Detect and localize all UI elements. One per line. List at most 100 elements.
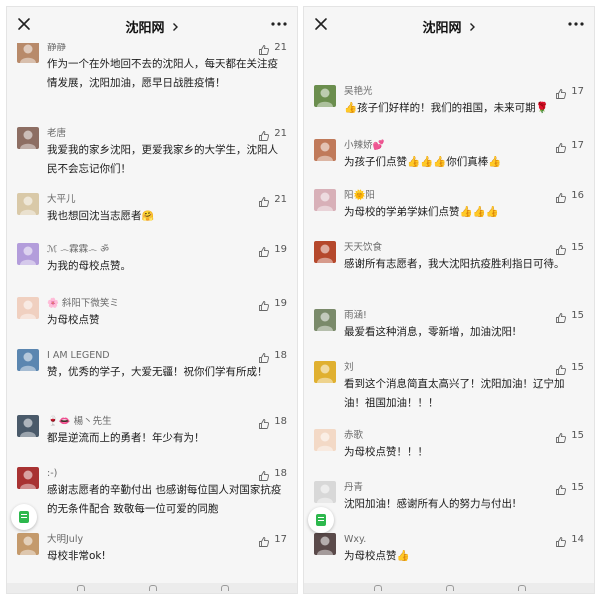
floating-doc-button[interactable] bbox=[308, 507, 334, 533]
page-title-button[interactable]: 沈阳网 bbox=[304, 16, 594, 36]
floating-doc-button[interactable] bbox=[11, 504, 37, 530]
right-phone-screen: 希望快点过去，然后过个好年吴艳光17👍孩子们好样的！我们的祖国，未来可期🌹小辣娇… bbox=[303, 6, 595, 594]
avatar[interactable] bbox=[314, 533, 336, 555]
comment-text: 最爱看这种消息，零新增，加油沈阳! bbox=[344, 326, 517, 338]
commenter-name[interactable]: 吴艳光 bbox=[344, 85, 373, 98]
thumbs-up-icon bbox=[258, 193, 270, 207]
avatar[interactable] bbox=[17, 41, 39, 63]
avatar[interactable] bbox=[314, 481, 336, 503]
chevron-right-icon bbox=[172, 22, 178, 31]
commenter-name[interactable]: 🍷👄 楊丶先生 bbox=[47, 415, 112, 428]
avatar[interactable] bbox=[17, 193, 39, 215]
comment-text: 赞，优秀的学子，大爱无疆！祝你们学有所成！ bbox=[47, 366, 268, 378]
page-title: 沈阳网 bbox=[125, 21, 165, 36]
avatar[interactable] bbox=[17, 243, 39, 265]
like-count: 17 bbox=[571, 86, 584, 97]
commenter-name[interactable]: ℳ ෴霖霖෴ ॐ bbox=[47, 243, 109, 256]
like-count: 16 bbox=[571, 190, 584, 201]
bottom-toolbar bbox=[304, 583, 594, 593]
comment-text: 母校非常ok! bbox=[47, 550, 106, 562]
thumbs-up-icon bbox=[555, 481, 567, 495]
commenter-name[interactable]: 大明July bbox=[47, 533, 83, 546]
like-count: 15 bbox=[571, 430, 584, 441]
commenter-name[interactable]: 🌸 斜阳下微笑ミ bbox=[47, 297, 119, 310]
comment-list[interactable]: 静静 21 作为一个在外地回不去的沈阳人，每天都在关注疫情发展，沈阳加油，愿早日战胜… bbox=[7, 7, 297, 593]
comment-text: 为母校点赞！！！ bbox=[344, 446, 428, 458]
commenter-name[interactable]: 刘 bbox=[344, 361, 354, 374]
comment-text: 为母校的学弟学妹们点赞👍👍👍 bbox=[344, 206, 499, 218]
comment-item: :-) 18 感谢志愿者的辛勤付出 也感谢每位国人对国家抗疫的无条件配合 致敬每一位… bbox=[7, 467, 297, 527]
thumbs-up-icon bbox=[258, 349, 270, 363]
comment-text: 都是逆流而上的勇者！年少有为！ bbox=[47, 432, 205, 444]
like-count: 17 bbox=[571, 140, 584, 151]
comment-item: 🍷👄 楊丶先生 18 都是逆流而上的勇者！年少有为！ bbox=[7, 415, 297, 475]
avatar[interactable] bbox=[17, 533, 39, 555]
comment-item: I AM LEGEND 18 赞，优秀的学子，大爱无疆！祝你们学有所成！ bbox=[7, 349, 297, 409]
avatar[interactable] bbox=[17, 127, 39, 149]
comment-text: 为母校点赞 bbox=[47, 314, 100, 326]
like-count: 14 bbox=[571, 534, 584, 545]
comment-item: 刘 15 看到这个消息简直太高兴了！沈阳加油！辽宁加油！祖国加油！！！ bbox=[304, 361, 594, 421]
comment-item: 老唐 21 我爱我的家乡沈阳，更爱我家乡的大学生，沈阳人民不会忘记你们！ bbox=[7, 127, 297, 187]
like-count: 18 bbox=[274, 416, 287, 427]
avatar[interactable] bbox=[17, 297, 39, 319]
comment-text: 作为一个在外地回不去的沈阳人，每天都在关注疫情发展，沈阳加油，愿早日战胜疫情！ bbox=[47, 58, 278, 89]
avatar[interactable] bbox=[314, 361, 336, 383]
document-icon bbox=[19, 511, 29, 523]
like-count: 19 bbox=[274, 298, 287, 309]
comment-item: ℳ ෴霖霖෴ ॐ 19 为我的母校点赞。 bbox=[7, 243, 297, 303]
thumbs-up-icon bbox=[258, 297, 270, 311]
thumbs-up-icon bbox=[258, 415, 270, 429]
commenter-name[interactable]: 赤歌 bbox=[344, 429, 363, 442]
document-icon bbox=[316, 514, 326, 526]
like-count: 21 bbox=[274, 194, 287, 205]
avatar[interactable] bbox=[17, 349, 39, 371]
left-phone-screen: 静静 21 作为一个在外地回不去的沈阳人，每天都在关注疫情发展，沈阳加油，愿早日战胜… bbox=[6, 6, 298, 594]
avatar[interactable] bbox=[314, 189, 336, 211]
comment-text: 感谢志愿者的辛勤付出 也感谢每位国人对国家抗疫的无条件配合 致敬每一位可爱的同胞 bbox=[47, 484, 282, 515]
commenter-name[interactable]: 老唐 bbox=[47, 127, 66, 140]
like-count: 18 bbox=[274, 350, 287, 361]
comment-text: 我也想回沈当志愿者🤗 bbox=[47, 210, 154, 222]
avatar[interactable] bbox=[17, 415, 39, 437]
commenter-name[interactable]: :-) bbox=[47, 467, 57, 480]
comment-text: 为母校点赞👍 bbox=[344, 550, 410, 562]
like-count: 15 bbox=[571, 242, 584, 253]
comment-item: 吴艳光 17 👍孩子们好样的！我们的祖国，未来可期🌹 bbox=[304, 85, 594, 145]
thumbs-up-icon bbox=[555, 309, 567, 323]
commenter-name[interactable]: 雨涵! bbox=[344, 309, 367, 322]
comment-text: 为孩子们点赞👍👍👍你们真棒👍 bbox=[344, 156, 502, 168]
comment-item: 阳🌞阳 16 为母校的学弟学妹们点赞👍👍👍 bbox=[304, 189, 594, 249]
more-icon[interactable] bbox=[566, 17, 586, 31]
commenter-name[interactable]: I AM LEGEND bbox=[47, 349, 110, 362]
avatar[interactable] bbox=[314, 241, 336, 263]
like-count: 18 bbox=[274, 468, 287, 479]
avatar[interactable] bbox=[314, 429, 336, 451]
commenter-name[interactable]: 大平儿 bbox=[47, 193, 76, 206]
page-title-button[interactable]: 沈阳网 bbox=[7, 16, 297, 36]
thumbs-up-icon bbox=[555, 361, 567, 375]
nav-bar: 沈阳网 bbox=[304, 7, 594, 43]
comment-text: 感谢所有志愿者，我大沈阳抗疫胜利指日可待。 bbox=[344, 258, 565, 270]
more-icon[interactable] bbox=[269, 17, 289, 31]
avatar[interactable] bbox=[17, 467, 39, 489]
avatar[interactable] bbox=[314, 309, 336, 331]
avatar[interactable] bbox=[314, 85, 336, 107]
like-count: 15 bbox=[571, 482, 584, 493]
commenter-name[interactable]: 阳🌞阳 bbox=[344, 189, 375, 202]
nav-bar: 沈阳网 bbox=[7, 7, 297, 43]
like-count: 17 bbox=[274, 534, 287, 545]
thumbs-up-icon bbox=[555, 189, 567, 203]
comment-text: 👍孩子们好样的！我们的祖国，未来可期🌹 bbox=[344, 102, 549, 114]
commenter-name[interactable]: 丹青 bbox=[344, 481, 363, 494]
commenter-name[interactable]: Wxy. bbox=[344, 533, 366, 546]
comment-list[interactable]: 希望快点过去，然后过个好年吴艳光17👍孩子们好样的！我们的祖国，未来可期🌹小辣娇… bbox=[304, 7, 594, 593]
comment-item: 🌸 斜阳下微笑ミ 19 为母校点赞 bbox=[7, 297, 297, 357]
commenter-name[interactable]: 天天饮食 bbox=[344, 241, 382, 254]
avatar[interactable] bbox=[314, 139, 336, 161]
like-count: 21 bbox=[274, 128, 287, 139]
like-count: 19 bbox=[274, 244, 287, 255]
commenter-name[interactable]: 小辣娇💕 bbox=[344, 139, 384, 152]
bottom-toolbar bbox=[7, 583, 297, 593]
comment-item: 赤歌 15 为母校点赞！！！ bbox=[304, 429, 594, 489]
